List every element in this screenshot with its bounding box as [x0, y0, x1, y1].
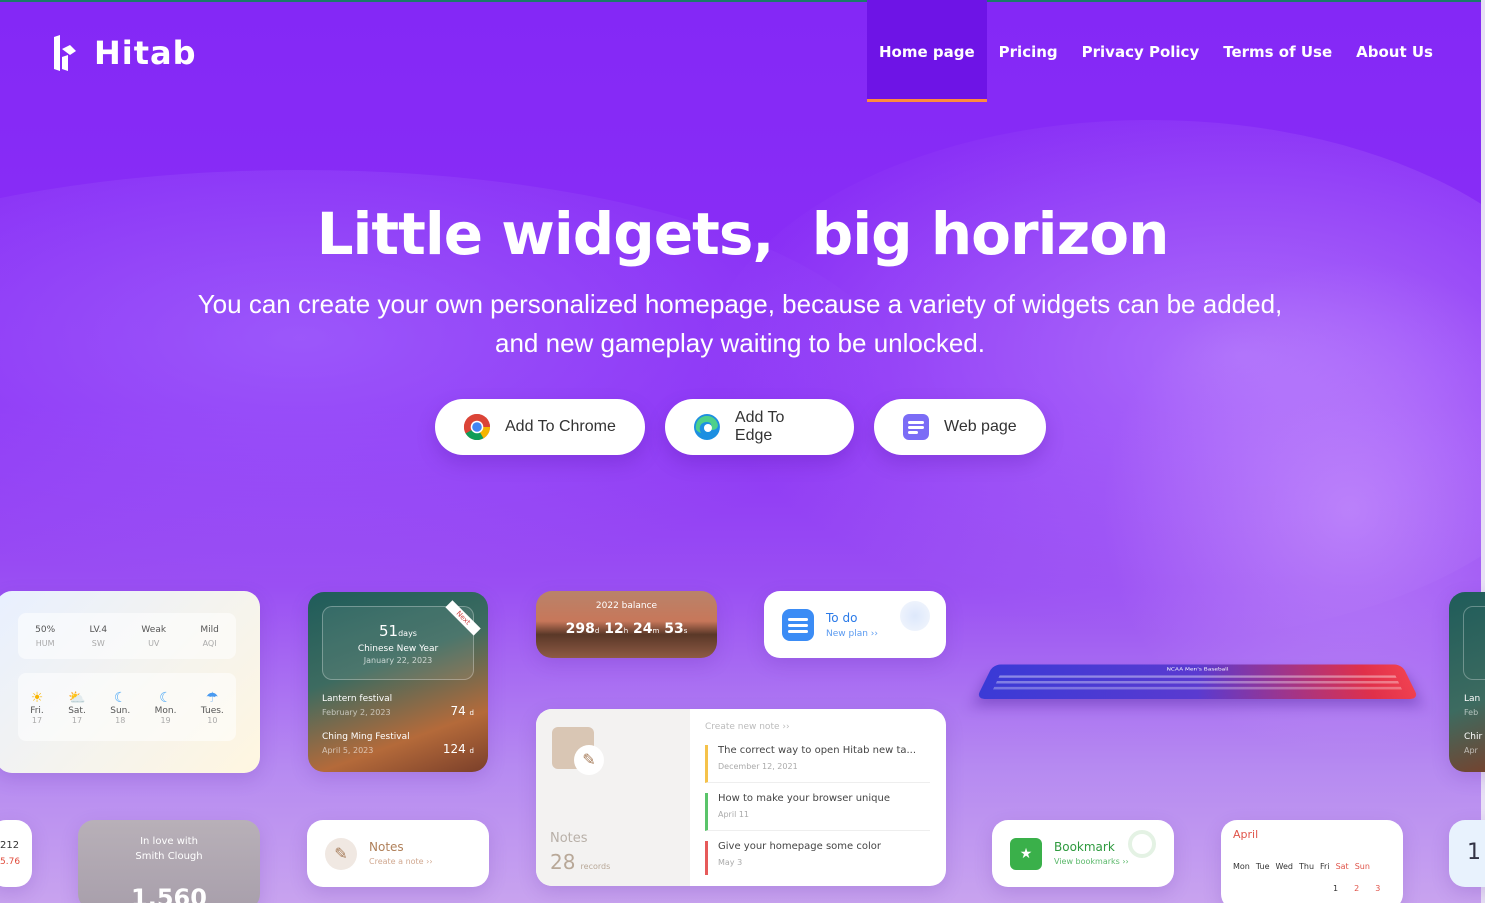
pencil-icon: ✎: [325, 838, 357, 870]
stat-key: AQI: [202, 638, 217, 648]
bookmark-widget[interactable]: ★ Bookmark View bookmarks ››: [992, 820, 1174, 887]
balance-title: 2022 balance: [595, 601, 658, 611]
weather-forecast: ☀ Fri. 17 ⛅ Sat. 17 ☾ Sun. 18 ☾ Mon. 19 ☂ Tues. 10: [18, 673, 236, 741]
notes-title: Notes: [369, 840, 404, 854]
event-name: Ching Ming Festival: [322, 732, 410, 742]
stat-value: Weak: [141, 624, 167, 635]
stat-key: UV: [148, 638, 160, 648]
event-days: 124: [442, 742, 466, 756]
edge-widget-right[interactable]: 1: [1449, 820, 1485, 887]
event-name: Lantern festival: [322, 694, 393, 704]
chrome-icon: [463, 413, 491, 441]
web-page-label: Web page: [944, 418, 1017, 435]
nav-terms[interactable]: Terms of Use: [1211, 0, 1344, 102]
partly-cloudy-icon: ⛅: [68, 689, 86, 706]
countdown-event: Chinese New Year: [357, 644, 439, 654]
stat-value: 50%: [35, 624, 56, 635]
todo-title: To do: [826, 611, 858, 625]
countdown-widget-edge[interactable]: Lan Feb Chir Apr: [1449, 592, 1485, 772]
todo-list-icon: [782, 609, 814, 641]
add-to-chrome-label: Add To Chrome: [505, 418, 616, 435]
storm-icon: ☂: [206, 689, 219, 706]
moon-icon: ☾: [159, 689, 172, 706]
add-to-edge-label: Add To Edge: [734, 409, 785, 444]
add-to-chrome-button[interactable]: Add To Chrome: [435, 399, 645, 455]
create-note-link[interactable]: Create new note ››: [705, 722, 790, 732]
calendar-dates: 123: [1333, 884, 1381, 893]
countdown-date: January 22, 2023: [363, 656, 433, 665]
countdown-unit: days: [398, 629, 417, 638]
nav-pricing[interactable]: Pricing: [987, 0, 1070, 102]
calendar-weekdays: Mon Tue Wed Thu Fri Sat Sun: [1233, 862, 1370, 871]
todo-widget[interactable]: To do New plan ››: [764, 591, 946, 658]
countdown-days: 51: [379, 622, 399, 640]
notes-label: Notes: [550, 831, 588, 846]
create-note-link[interactable]: Create a note ››: [369, 857, 433, 866]
bookmark-title: Bookmark: [1054, 840, 1115, 854]
sport-score-widget[interactable]: NCAA Men's Baseball: [976, 664, 1419, 699]
balance-widget[interactable]: 2022 balance 298d 12h 24m 53s: [536, 591, 717, 658]
event-date: February 2, 2023: [322, 708, 391, 717]
decorative-ring: [1128, 830, 1156, 858]
note-item[interactable]: How to make your browser unique April 11: [705, 793, 930, 831]
notes-count: 28: [550, 850, 576, 874]
brand-logo[interactable]: Hitab: [52, 34, 197, 72]
quote-widget[interactable]: In love with Smith Clough 1,560: [78, 820, 260, 903]
notes-side-panel: ✎ Notes 28 records: [536, 709, 690, 886]
nav-about[interactable]: About Us: [1344, 0, 1445, 102]
countdown-main: 51days Chinese New Year January 22, 2023…: [322, 600, 481, 680]
edge-icon: [693, 414, 720, 440]
todo-link[interactable]: New plan ››: [826, 629, 878, 639]
countdown-widget[interactable]: 51days Chinese New Year January 22, 2023…: [308, 592, 488, 772]
note-item[interactable]: Give your homepage some color May 3: [705, 841, 930, 875]
add-to-edge-button[interactable]: Add To Edge: [665, 399, 854, 455]
event-days: 74: [450, 704, 466, 718]
brand-name: Hitab: [94, 34, 197, 72]
weather-stats: 50% HUM LV.4 SW Weak UV Mild AQI: [18, 613, 236, 659]
hero-title: Little widgets, big horizon: [316, 200, 1170, 268]
bookmark-star-icon: ★: [1010, 838, 1042, 870]
note-item[interactable]: The correct way to open Hitab new ta... D…: [705, 745, 930, 783]
view-bookmarks-link[interactable]: View bookmarks ››: [1054, 857, 1129, 866]
calendar-widget[interactable]: April Mon Tue Wed Thu Fri Sat Sun 123: [1221, 820, 1403, 903]
hitab-logo-icon: [54, 35, 76, 71]
decorative-bubble: [900, 601, 930, 631]
stat-key: SW: [91, 638, 105, 648]
stat-key: HUM: [35, 638, 55, 648]
sun-icon: ☀: [30, 689, 44, 706]
edge-widget-left[interactable]: 212 5.76: [0, 820, 32, 887]
web-page-button[interactable]: Web page: [874, 399, 1046, 455]
nav-home[interactable]: Home page: [867, 0, 987, 102]
moon-icon: ☾: [113, 689, 127, 706]
hero-subtitle: You can create your own personalized hom…: [140, 285, 1340, 363]
calendar-month: April: [1233, 828, 1259, 841]
weather-widget[interactable]: 50% HUM LV.4 SW Weak UV Mild AQI ☀ Fri. 17 ⛅ Sa…: [0, 591, 260, 773]
cta-buttons: Add To Chrome Add To Edge Web page: [435, 399, 1046, 455]
notes-widget[interactable]: ✎ Notes Create a note ››: [307, 820, 489, 887]
balance-timer: 298d 12h 24m 53s: [565, 621, 688, 637]
hero-subtitle-line1: You can create your own personalized hom…: [197, 289, 1283, 319]
pencil-icon: ✎: [574, 745, 604, 775]
notes-list-widget[interactable]: ✎ Notes 28 records Create new note ›› Th…: [536, 709, 946, 886]
event-date: April 5, 2023: [322, 746, 374, 755]
stat-value: LV.4: [89, 624, 108, 635]
stat-value: Mild: [200, 624, 219, 635]
nav-privacy[interactable]: Privacy Policy: [1070, 0, 1212, 102]
hero-subtitle-line2: and new gameplay waiting to be unlocked.: [495, 328, 985, 358]
main-nav: Home page Pricing Privacy Policy Terms o…: [867, 0, 1445, 102]
web-page-icon: [903, 414, 929, 440]
sport-title: NCAA Men's Baseball: [1166, 666, 1229, 673]
